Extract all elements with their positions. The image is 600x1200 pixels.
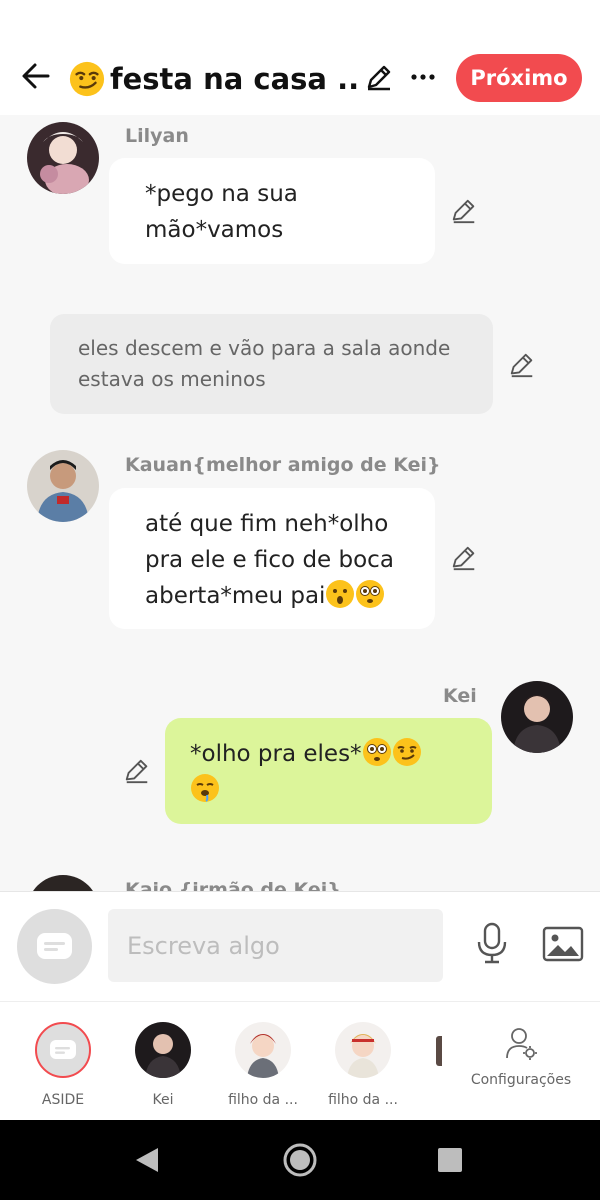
back-arrow-icon[interactable] xyxy=(18,58,54,94)
message-line: aberta*meu pai xyxy=(145,583,326,609)
character-label: filho da ... xyxy=(228,1092,298,1108)
flushed-face-emoji-icon xyxy=(362,738,391,766)
drooling-face-emoji-icon xyxy=(191,774,219,802)
character-avatar xyxy=(235,1022,291,1078)
character-avatar xyxy=(135,1022,191,1078)
speech-bubble-icon xyxy=(37,933,72,959)
narration-line: eles descem e vão para a sala aonde xyxy=(78,336,451,360)
avatar-kei[interactable] xyxy=(501,681,573,753)
settings-label: Configurações xyxy=(470,1072,572,1088)
more-options-icon[interactable] xyxy=(408,62,438,92)
aside-speech-bubble-icon xyxy=(35,1022,91,1078)
avatar-kauan[interactable] xyxy=(27,450,99,522)
character-filho-2[interactable]: filho da ... xyxy=(313,1022,413,1108)
character-avatar xyxy=(335,1022,391,1078)
message-line: mão*vamos xyxy=(145,217,284,243)
nav-home-icon[interactable] xyxy=(280,1140,320,1180)
character-kei[interactable]: Kei xyxy=(113,1022,213,1108)
narration-bubble[interactable]: eles descem e vão para a sala aonde esta… xyxy=(50,314,493,414)
chat-title[interactable]: festa na casa ... xyxy=(68,56,358,102)
image-icon[interactable] xyxy=(542,926,584,962)
message-bubble[interactable]: até que fim neh*olho pra ele e fico de b… xyxy=(109,488,435,629)
sender-name: Kauan{melhor amigo de Kei} xyxy=(125,454,441,476)
hushed-face-emoji-icon xyxy=(326,580,355,608)
edit-pencil-icon[interactable] xyxy=(123,757,151,785)
edit-pencil-icon[interactable] xyxy=(450,544,478,572)
avatar-lilyan[interactable] xyxy=(27,122,99,194)
aside-toggle-button[interactable] xyxy=(17,909,92,984)
user-settings-icon xyxy=(506,1028,537,1060)
message-line-with-emoji: aberta*meu pai xyxy=(145,578,415,614)
message-line: pra ele e fico de boca xyxy=(145,547,394,573)
message-line-with-emoji: *olho pra eles* xyxy=(190,736,472,772)
edit-pencil-icon[interactable] xyxy=(508,351,536,379)
message-line: *olho pra eles* xyxy=(190,741,362,767)
microphone-icon[interactable] xyxy=(474,922,510,964)
edit-pencil-icon[interactable] xyxy=(364,62,394,92)
nav-back-icon[interactable] xyxy=(128,1140,168,1180)
character-filho-1[interactable]: filho da ... xyxy=(213,1022,313,1108)
avatar-kaio[interactable] xyxy=(27,875,99,891)
sender-name: Lilyan xyxy=(125,125,189,147)
message-line: até que fim neh*olho xyxy=(145,511,389,537)
edit-pencil-icon[interactable] xyxy=(450,197,478,225)
character-label: filho da ... xyxy=(328,1092,398,1108)
top-bar: festa na casa ... Próximo xyxy=(0,0,600,115)
character-overflow-edge xyxy=(436,1036,442,1066)
nav-recents-icon[interactable] xyxy=(430,1140,470,1180)
settings-button[interactable]: Configurações xyxy=(468,1026,574,1088)
flushed-face-emoji-icon xyxy=(356,580,385,608)
character-bar: ASIDE Kei filho da ... filho da ... Conf… xyxy=(0,1001,600,1120)
character-label: Kei xyxy=(152,1092,174,1108)
character-aside[interactable]: ASIDE xyxy=(13,1022,113,1108)
message-bubble[interactable]: *pego na sua mão*vamos xyxy=(109,158,435,264)
sender-name: Kaio {irmão de Kei} xyxy=(125,879,341,891)
character-label: ASIDE xyxy=(41,1092,85,1108)
message-input[interactable]: Escreva algo xyxy=(108,909,443,982)
chat-area[interactable]: Lilyan *pego na sua mão*vamos eles desce… xyxy=(0,115,600,891)
composer-bar: Escreva algo xyxy=(0,891,600,1001)
narration-line: estava os meninos xyxy=(78,367,266,391)
smirking-face-emoji-icon xyxy=(69,61,105,97)
chat-title-text: festa na casa ... xyxy=(110,62,358,96)
sender-name: Kei xyxy=(443,685,477,707)
message-line-with-emoji xyxy=(190,772,472,808)
system-nav-bar xyxy=(0,1120,600,1200)
message-line: *pego na sua xyxy=(145,181,298,207)
my-message-bubble[interactable]: *olho pra eles* xyxy=(165,718,492,824)
smirking-face-emoji-icon xyxy=(392,738,421,766)
next-button[interactable]: Próximo xyxy=(456,54,582,102)
message-input-placeholder: Escreva algo xyxy=(127,931,280,960)
